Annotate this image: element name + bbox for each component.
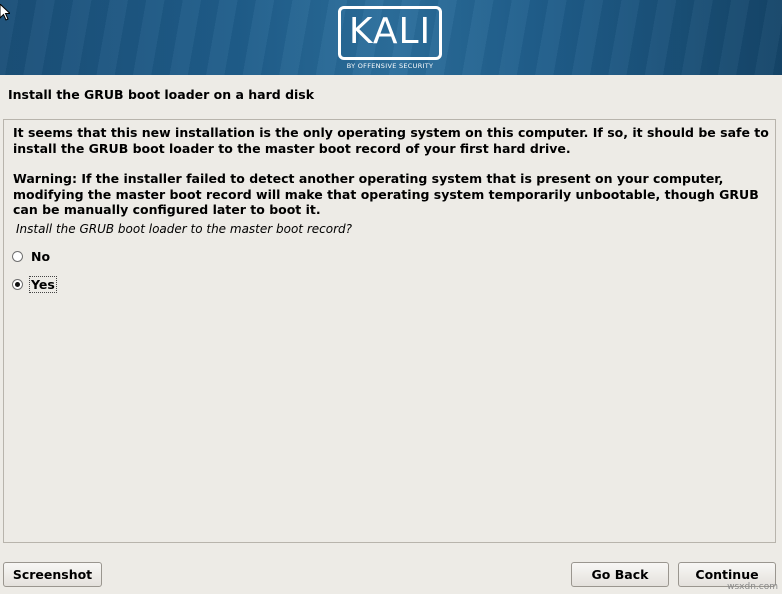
info-paragraph: It seems that this new installation is t…	[13, 125, 769, 156]
logo-text: KALI	[338, 6, 442, 60]
option-yes-label[interactable]: Yes	[29, 275, 57, 293]
logo-subtext: BY OFFENSIVE SECURITY	[346, 62, 434, 70]
kali-logo: KALI BY OFFENSIVE SECURITY	[335, 6, 445, 74]
go-back-button[interactable]: Go Back	[571, 562, 669, 587]
option-no[interactable]: No	[12, 247, 51, 265]
question-text: Install the GRUB boot loader to the mast…	[16, 222, 353, 236]
option-yes[interactable]: Yes	[12, 275, 57, 293]
watermark: wsxdn.com	[727, 582, 778, 592]
content-panel: It seems that this new installation is t…	[3, 119, 776, 543]
option-no-label[interactable]: No	[30, 249, 51, 264]
screenshot-button[interactable]: Screenshot	[3, 562, 102, 587]
radio-no[interactable]	[12, 250, 23, 262]
header-banner: KALI BY OFFENSIVE SECURITY	[0, 0, 782, 75]
radio-yes[interactable]	[12, 278, 23, 290]
page-title: Install the GRUB boot loader on a hard d…	[8, 87, 315, 102]
mouse-pointer-icon	[0, 4, 10, 21]
warning-paragraph: Warning: If the installer failed to dete…	[13, 171, 759, 217]
